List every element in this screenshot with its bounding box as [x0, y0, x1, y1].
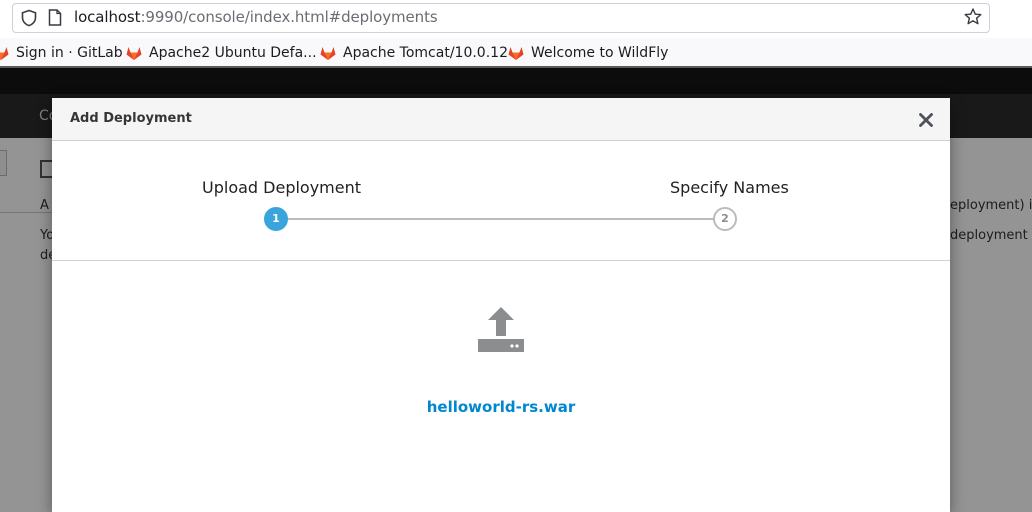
step-1-label: Upload Deployment — [202, 178, 362, 197]
step-2-label: Specify Names — [670, 178, 789, 197]
gitlab-fox-icon — [508, 47, 524, 60]
bookmark-star-icon[interactable] — [963, 7, 983, 27]
bookmark-label: Apache Tomcat/10.0.12 — [343, 45, 508, 61]
bookmark-wildfly[interactable]: Welcome to WildFly — [507, 43, 668, 63]
url-path: :9990/console/index.html#deployments — [140, 8, 438, 26]
dialog-title: Add Deployment — [70, 111, 192, 126]
dialog-header: Add Deployment — [52, 98, 950, 141]
page-icon — [48, 9, 62, 26]
bookmark-apache2[interactable]: Apache2 Ubuntu Defa... — [125, 43, 317, 63]
gitlab-fox-icon — [0, 47, 9, 60]
step-1-indicator[interactable]: 1 — [264, 207, 288, 231]
bookmark-gitlab[interactable]: Sign in · GitLab — [0, 43, 123, 63]
browser-toolbar: localhost:9990/console/index.html#deploy… — [0, 0, 1032, 36]
bookmarks-bar: Sign in · GitLab Apache2 Ubuntu Defa... … — [0, 38, 1032, 66]
step-connector — [277, 218, 725, 220]
wizard-steps: Upload Deployment Specify Names 1 2 — [52, 141, 950, 261]
url-text[interactable]: localhost:9990/console/index.html#deploy… — [74, 8, 438, 26]
gitlab-fox-icon — [320, 47, 336, 60]
upload-icon[interactable] — [478, 306, 524, 352]
shield-icon[interactable] — [20, 9, 38, 27]
add-deployment-dialog: Add Deployment Upload Deployment Specify… — [52, 98, 950, 512]
selected-file-link[interactable]: helloworld-rs.war — [52, 398, 950, 416]
bookmark-label: Welcome to WildFly — [531, 45, 669, 61]
console-masthead — [0, 66, 1032, 94]
close-icon[interactable] — [914, 108, 938, 132]
bookmark-label: Apache2 Ubuntu Defa... — [149, 45, 317, 61]
gitlab-fox-icon — [126, 47, 142, 60]
bookmark-label: Sign in · GitLab — [16, 45, 123, 61]
step-2-indicator[interactable]: 2 — [713, 207, 737, 231]
bookmark-tomcat[interactable]: Apache Tomcat/10.0.12 — [319, 43, 508, 63]
url-host: localhost — [74, 8, 141, 26]
